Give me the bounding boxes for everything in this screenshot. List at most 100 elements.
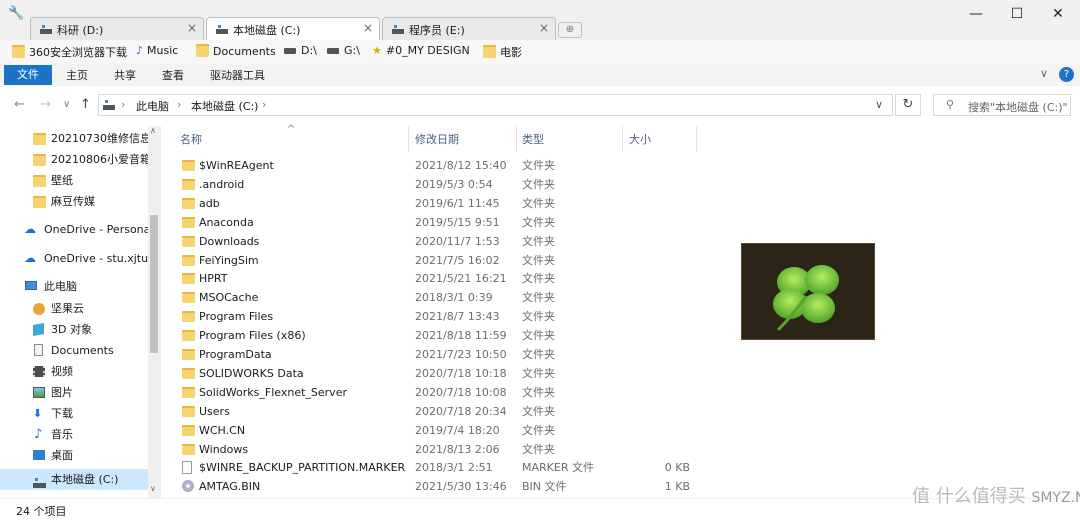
close-window-button[interactable]: ✕: [1045, 4, 1071, 24]
wrench-icon[interactable]: 🔧: [8, 6, 24, 21]
tab-drive-d[interactable]: 科研 (D:) ×: [30, 17, 204, 40]
nav-item-label: 图片: [51, 386, 73, 399]
file-row[interactable]: SOLIDWORKS Data 2020/7/18 10:18 文件夹: [178, 364, 708, 383]
bookmark-item[interactable]: ★ #0_MY DESIGN: [372, 44, 470, 60]
ribbon-tab-share[interactable]: 共享: [114, 67, 136, 83]
nav-item-this-pc[interactable]: 此电脑: [0, 276, 148, 297]
file-date: 2021/8/18 11:59: [415, 329, 507, 343]
column-divider[interactable]: [622, 126, 623, 152]
refresh-button[interactable]: ↻: [895, 94, 921, 116]
file-type: 文件夹: [522, 291, 555, 305]
column-header-date[interactable]: 修改日期: [415, 131, 459, 147]
scroll-up-chevron-icon[interactable]: ∧: [150, 126, 156, 135]
address-bar[interactable]: › 此电脑 › 本地磁盘 (C:) › ∨: [98, 94, 893, 116]
column-divider[interactable]: [696, 126, 697, 152]
nav-item-nutstore[interactable]: 坚果云: [0, 298, 148, 319]
file-row[interactable]: HPRT 2021/5/21 16:21 文件夹: [178, 269, 708, 288]
file-row[interactable]: Program Files 2021/8/7 13:43 文件夹: [178, 307, 708, 326]
maximize-button[interactable]: ☐: [1004, 4, 1030, 24]
nav-item-3d-objects[interactable]: 3D 对象: [0, 319, 148, 340]
folder-icon: [33, 133, 46, 145]
file-row[interactable]: ProgramData 2021/7/23 10:50 文件夹: [178, 345, 708, 364]
nav-item-label: 20210730维修信息: [51, 132, 148, 145]
file-row[interactable]: $WinREAgent 2021/8/12 15:40 文件夹: [178, 156, 708, 175]
file-row[interactable]: Anaconda 2019/5/15 9:51 文件夹: [178, 213, 708, 232]
new-tab-button[interactable]: ⊕: [558, 22, 582, 38]
picture-icon: [33, 387, 45, 398]
nav-pane-scroll-thumb[interactable]: [150, 215, 158, 353]
column-header-name[interactable]: 名称: [180, 131, 202, 147]
bookmark-item[interactable]: D:\: [284, 44, 317, 60]
nav-item-downloads[interactable]: ⬇ 下载: [0, 403, 148, 424]
folder-icon: [182, 178, 195, 190]
file-row[interactable]: .android 2019/5/3 0:54 文件夹: [178, 175, 708, 194]
file-date: 2019/6/1 11:45: [415, 196, 500, 210]
file-row[interactable]: adb 2019/6/1 11:45 文件夹: [178, 194, 708, 213]
tab-drive-e[interactable]: 程序员 (E:) ×: [382, 17, 556, 40]
tab-close-icon[interactable]: ×: [363, 21, 373, 35]
column-divider[interactable]: [408, 126, 409, 152]
minimize-button[interactable]: —: [963, 4, 989, 24]
nav-item-pictures[interactable]: 图片: [0, 382, 148, 403]
scroll-down-chevron-icon[interactable]: ∨: [150, 484, 156, 493]
file-row[interactable]: Downloads 2020/11/7 1:53 文件夹: [178, 232, 708, 251]
tab-close-icon[interactable]: ×: [187, 21, 197, 35]
recent-locations-chevron-icon[interactable]: ∨: [63, 99, 70, 110]
ribbon-tab-file[interactable]: 文件: [4, 65, 52, 85]
forward-arrow-icon[interactable]: →: [40, 97, 51, 112]
file-row[interactable]: $WINRE_BACKUP_PARTITION.MARKER 2018/3/1 2…: [178, 458, 708, 477]
file-row[interactable]: WCH.CN 2019/7/4 18:20 文件夹: [178, 421, 708, 440]
bookmark-label: D:\: [301, 44, 317, 57]
nav-item-videos[interactable]: 视频: [0, 361, 148, 382]
nav-item-label: 壁纸: [51, 174, 73, 187]
nav-item-folder[interactable]: 壁纸: [0, 170, 148, 191]
tab-drive-c[interactable]: 本地磁盘 (C:) ×: [206, 17, 380, 41]
nav-item-desktop[interactable]: 桌面: [0, 445, 148, 466]
file-row[interactable]: Program Files (x86) 2021/8/18 11:59 文件夹: [178, 326, 708, 345]
file-row[interactable]: SolidWorks_Flexnet_Server 2020/7/18 10:08…: [178, 383, 708, 402]
nav-item-music[interactable]: ♪ 音乐: [0, 424, 148, 445]
file-row[interactable]: AMTAG.BIN 2021/5/30 13:46 BIN 文件 1 KB: [178, 477, 708, 496]
file-row[interactable]: Users 2020/7/18 20:34 文件夹: [178, 402, 708, 421]
tab-label: 程序员 (E:): [409, 24, 465, 37]
bookmark-item[interactable]: 360安全浏览器下载: [12, 44, 127, 60]
nav-item-onedrive-xjtu[interactable]: ☁ OneDrive - stu.xjtu.e: [0, 248, 148, 269]
ribbon-tab-home[interactable]: 主页: [66, 67, 88, 83]
watermark: 值 什么值得买 SMYZ.NET: [912, 482, 1080, 508]
tab-close-icon[interactable]: ×: [539, 21, 549, 35]
folder-icon: [182, 367, 195, 379]
disc-image-icon: [182, 480, 194, 493]
bookmark-item[interactable]: Documents: [196, 44, 276, 60]
nav-item-folder[interactable]: 20210806小爱音箱: [0, 149, 148, 170]
bookmark-item[interactable]: ♪ Music: [136, 44, 178, 60]
up-arrow-icon[interactable]: ↑: [80, 97, 91, 112]
column-header-size[interactable]: 大小: [629, 131, 651, 147]
ribbon-tab-drive-tools[interactable]: 驱动器工具: [210, 67, 265, 83]
search-input[interactable]: ⚲ 搜索"本地磁盘 (C:)": [933, 94, 1071, 116]
nav-item-folder[interactable]: 麻豆传媒: [0, 191, 148, 212]
bookmark-item[interactable]: G:\: [327, 44, 360, 60]
file-date: 2021/8/12 15:40: [415, 159, 507, 172]
nav-item-folder[interactable]: 20210730维修信息: [0, 128, 148, 149]
nav-item-drive-c[interactable]: 本地磁盘 (C:): [0, 469, 148, 490]
file-name: Downloads: [199, 234, 260, 248]
file-date: 2019/5/3 0:54: [415, 177, 493, 191]
breadcrumb-this-pc[interactable]: 此电脑: [136, 98, 169, 114]
column-header-type[interactable]: 类型: [522, 131, 544, 147]
file-row[interactable]: Windows 2021/8/13 2:06 文件夹: [178, 440, 708, 459]
back-arrow-icon[interactable]: ←: [14, 97, 25, 112]
preview-pane-image: [741, 243, 875, 340]
file-row[interactable]: FeiYingSim 2021/7/5 16:02 文件夹: [178, 251, 708, 270]
breadcrumb-drive-c[interactable]: 本地磁盘 (C:): [191, 98, 258, 114]
expand-ribbon-chevron-icon[interactable]: ∨: [1040, 67, 1048, 80]
drive-icon: [216, 24, 228, 34]
nav-item-onedrive-personal[interactable]: ☁ OneDrive - Persona: [0, 219, 148, 240]
file-row[interactable]: MSOCache 2018/3/1 0:39 文件夹: [178, 288, 708, 307]
column-divider[interactable]: [516, 126, 517, 152]
address-dropdown-chevron-icon[interactable]: ∨: [875, 98, 883, 111]
nav-item-documents[interactable]: Documents: [0, 340, 148, 361]
folder-icon: [483, 45, 496, 58]
bookmark-item[interactable]: 电影: [483, 44, 522, 60]
ribbon-tab-view[interactable]: 查看: [162, 67, 184, 83]
help-icon[interactable]: ?: [1059, 67, 1074, 82]
